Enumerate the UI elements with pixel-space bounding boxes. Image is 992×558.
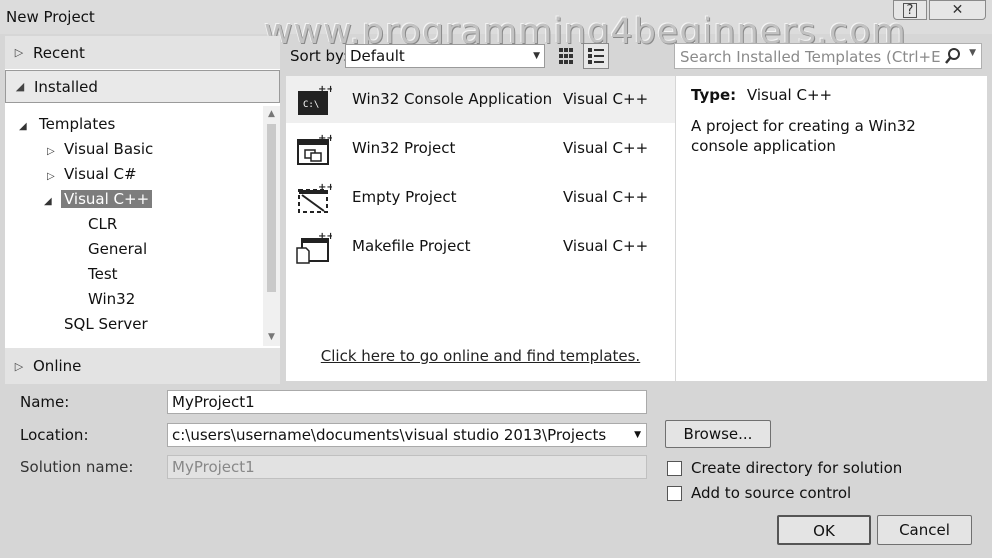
help-button[interactable]: ?	[893, 0, 927, 20]
small-icons-view-button[interactable]	[553, 43, 579, 69]
search-icon[interactable]	[945, 47, 961, 69]
chevron-down-icon[interactable]: ▼	[969, 48, 976, 58]
search-box[interactable]: ▼	[674, 43, 982, 70]
template-item[interactable]: ++ Makefile Project Visual C++	[286, 223, 675, 270]
name-label: Name:	[20, 393, 70, 411]
close-button[interactable]: ✕	[929, 0, 986, 20]
location-field[interactable]: c:\users\username\documents\visual studi…	[167, 423, 647, 447]
template-tree: ◢ Templates ▷ Visual Basic ▷ Visual C# ◢ Vis…	[5, 106, 263, 346]
collapse-arrow-icon: ◢	[15, 80, 25, 93]
template-info-pane: Type: Visual C++ A project for creating …	[676, 76, 987, 381]
title-bar: New Project www.programming4beginners.co…	[0, 0, 992, 52]
sidebar-item-label: Recent	[33, 43, 85, 62]
template-description: A project for creating a Win32 console a…	[691, 117, 916, 155]
sidebar-item-installed[interactable]: ◢ Installed	[5, 70, 280, 103]
new-project-dialog: New Project www.programming4beginners.co…	[0, 0, 992, 558]
tree-node-visual-csharp[interactable]: ▷ Visual C#	[47, 163, 137, 185]
tree-scrollbar[interactable]: ▲ ▼	[263, 106, 280, 346]
tree-node-clr[interactable]: CLR	[88, 213, 117, 235]
expand-arrow-icon: ▷	[47, 146, 55, 157]
scroll-up-icon[interactable]: ▲	[263, 106, 280, 123]
close-icon: ✕	[951, 2, 964, 18]
console-app-icon: C:\ ++	[298, 84, 332, 115]
expand-arrow-icon: ▷	[47, 171, 55, 182]
left-pane: ▷ Recent ◢ Installed ◢ Templates ▷ Visual …	[5, 36, 280, 384]
sidebar-item-label: Online	[33, 357, 82, 375]
collapse-arrow-icon: ◢	[19, 121, 27, 132]
chevron-down-icon[interactable]: ▼	[634, 424, 641, 446]
template-list: C:\ ++ Win32 Console Application Visual …	[286, 76, 675, 381]
sort-select[interactable]: Default ▼	[345, 44, 545, 68]
checkbox-label: Add to source control	[691, 484, 852, 502]
scroll-thumb[interactable]	[267, 124, 276, 292]
sidebar-item-recent[interactable]: ▷ Recent	[5, 36, 280, 69]
win32-project-icon: ++	[297, 133, 332, 165]
template-item[interactable]: ++ Empty Project Visual C++	[286, 174, 675, 221]
checkbox-box[interactable]	[667, 485, 682, 501]
browse-button[interactable]: Browse...	[665, 420, 771, 448]
expand-arrow-icon: ▷	[14, 359, 24, 373]
svg-text:++: ++	[318, 182, 332, 193]
type-value: Visual C++	[746, 86, 833, 104]
sidebar-item-online[interactable]: ▷ Online	[5, 348, 280, 384]
sidebar-item-label: Installed	[34, 77, 98, 96]
type-label: Type:	[691, 86, 737, 104]
location-value: c:\users\username\documents\visual studi…	[172, 426, 607, 444]
solution-name-label: Solution name:	[20, 458, 134, 476]
create-directory-checkbox[interactable]: Create directory for solution	[667, 459, 902, 477]
svg-text:++: ++	[318, 231, 332, 242]
chevron-down-icon: ▼	[533, 51, 540, 61]
collapse-arrow-icon: ◢	[44, 196, 52, 207]
tree-node-sql-server[interactable]: SQL Server	[64, 313, 148, 335]
tree-node-test[interactable]: Test	[88, 263, 118, 285]
tree-node-win32[interactable]: Win32	[88, 288, 135, 310]
tree-node-visual-cpp[interactable]: ◢ Visual C++	[44, 188, 153, 210]
add-source-control-checkbox[interactable]: Add to source control	[667, 484, 851, 502]
sort-value: Default	[350, 47, 405, 65]
template-item[interactable]: ++ Win32 Project Visual C++	[286, 125, 675, 172]
grid-view-icon	[559, 48, 573, 64]
list-view-icon	[588, 48, 604, 64]
sort-label: Sort by:	[290, 47, 348, 65]
expand-arrow-icon: ▷	[14, 46, 24, 59]
scroll-down-icon[interactable]: ▼	[263, 329, 280, 346]
location-label: Location:	[20, 426, 89, 444]
solution-name-field[interactable]: MyProject1	[167, 455, 647, 479]
dialog-title: New Project	[6, 8, 95, 26]
search-input[interactable]	[675, 44, 942, 70]
cancel-button[interactable]: Cancel	[877, 515, 972, 545]
makefile-project-icon: ++	[296, 231, 332, 264]
empty-project-icon: ++	[298, 182, 332, 213]
template-item[interactable]: C:\ ++ Win32 Console Application Visual …	[286, 76, 675, 123]
ok-button[interactable]: OK	[777, 515, 871, 545]
svg-text:++: ++	[318, 84, 332, 95]
name-field[interactable]: MyProject1	[167, 390, 647, 414]
template-type: Type: Visual C++	[691, 86, 832, 104]
medium-icons-view-button[interactable]	[583, 43, 609, 69]
find-templates-online-link[interactable]: Click here to go online and find templat…	[286, 347, 675, 365]
svg-text:++: ++	[318, 133, 332, 144]
tree-node-visual-basic[interactable]: ▷ Visual Basic	[47, 138, 153, 160]
checkbox-box[interactable]	[667, 460, 682, 476]
checkbox-label: Create directory for solution	[691, 459, 903, 477]
tree-node-templates[interactable]: ◢ Templates	[19, 113, 115, 135]
svg-text:C:\: C:\	[303, 100, 319, 110]
help-icon: ?	[902, 2, 918, 18]
tree-node-general[interactable]: General	[88, 238, 147, 260]
